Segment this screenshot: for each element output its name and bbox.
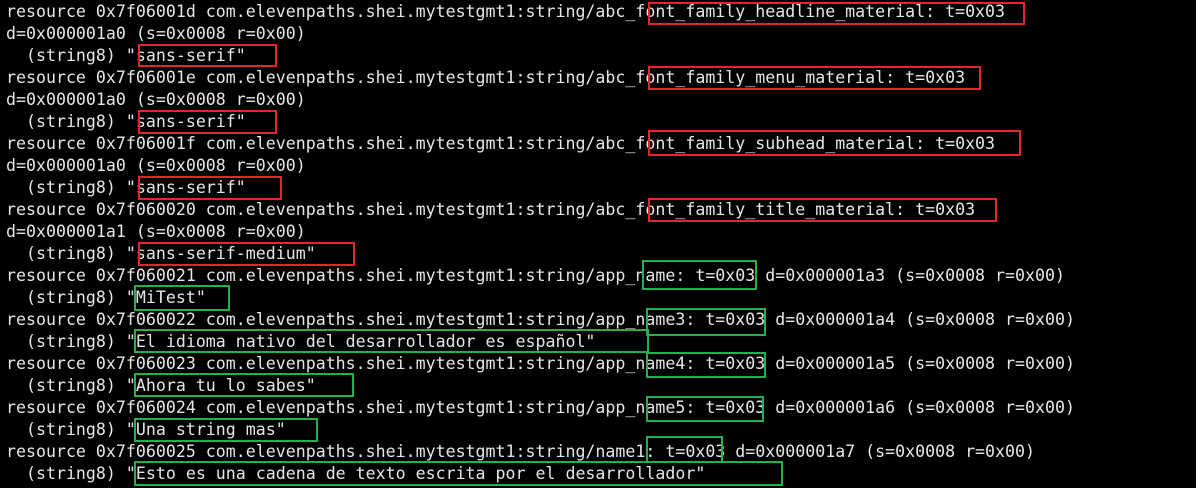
terminal-line-resource-name: resource 0x7f06001d com.elevenpaths.shei… [6, 2, 1006, 21]
terminal-line-resource-name: resource 0x7f06001f com.elevenpaths.shei… [6, 134, 996, 153]
terminal-line-resource-name: resource 0x7f060022 com.elevenpaths.shei… [6, 310, 1075, 329]
terminal-line-resource-name: resource 0x7f060025 com.elevenpaths.shei… [6, 442, 1035, 461]
terminal-line-string-value: (string8) "sans-serif" [6, 112, 246, 131]
terminal-line-string-value: (string8) "sans-serif" [6, 178, 246, 197]
terminal-line-resource-data: d=0x000001a1 (s=0x0008 r=0x00) [6, 222, 306, 241]
terminal-window[interactable]: resource 0x7f06001d com.elevenpaths.shei… [0, 0, 1196, 488]
terminal-line-resource-data: d=0x000001a0 (s=0x0008 r=0x00) [6, 90, 306, 109]
terminal-line-string-value: (string8) "sans-serif-medium" [6, 244, 316, 263]
terminal-line-resource-name: resource 0x7f060024 com.elevenpaths.shei… [6, 398, 1075, 417]
terminal-line-string-value: (string8) "MiTest" [6, 288, 206, 307]
terminal-line-resource-name: resource 0x7f060023 com.elevenpaths.shei… [6, 354, 1075, 373]
terminal-line-resource-data: d=0x000001a0 (s=0x0008 r=0x00) [6, 156, 306, 175]
terminal-line-string-value: (string8) "Esto es una cadena de texto e… [6, 464, 706, 483]
terminal-line-string-value: (string8) "sans-serif" [6, 46, 246, 65]
terminal-line-string-value: (string8) "El idioma nativo del desarrol… [6, 332, 596, 351]
terminal-line-resource-name: resource 0x7f060021 com.elevenpaths.shei… [6, 266, 1065, 285]
terminal-line-string-value: (string8) "Ahora tu lo sabes" [6, 376, 316, 395]
terminal-line-string-value: (string8) "Una string mas" [6, 420, 286, 439]
terminal-line-resource-data: d=0x000001a0 (s=0x0008 r=0x00) [6, 24, 306, 43]
terminal-line-resource-name: resource 0x7f06001e com.elevenpaths.shei… [6, 68, 966, 87]
terminal-line-resource-name: resource 0x7f060020 com.elevenpaths.shei… [6, 200, 976, 219]
